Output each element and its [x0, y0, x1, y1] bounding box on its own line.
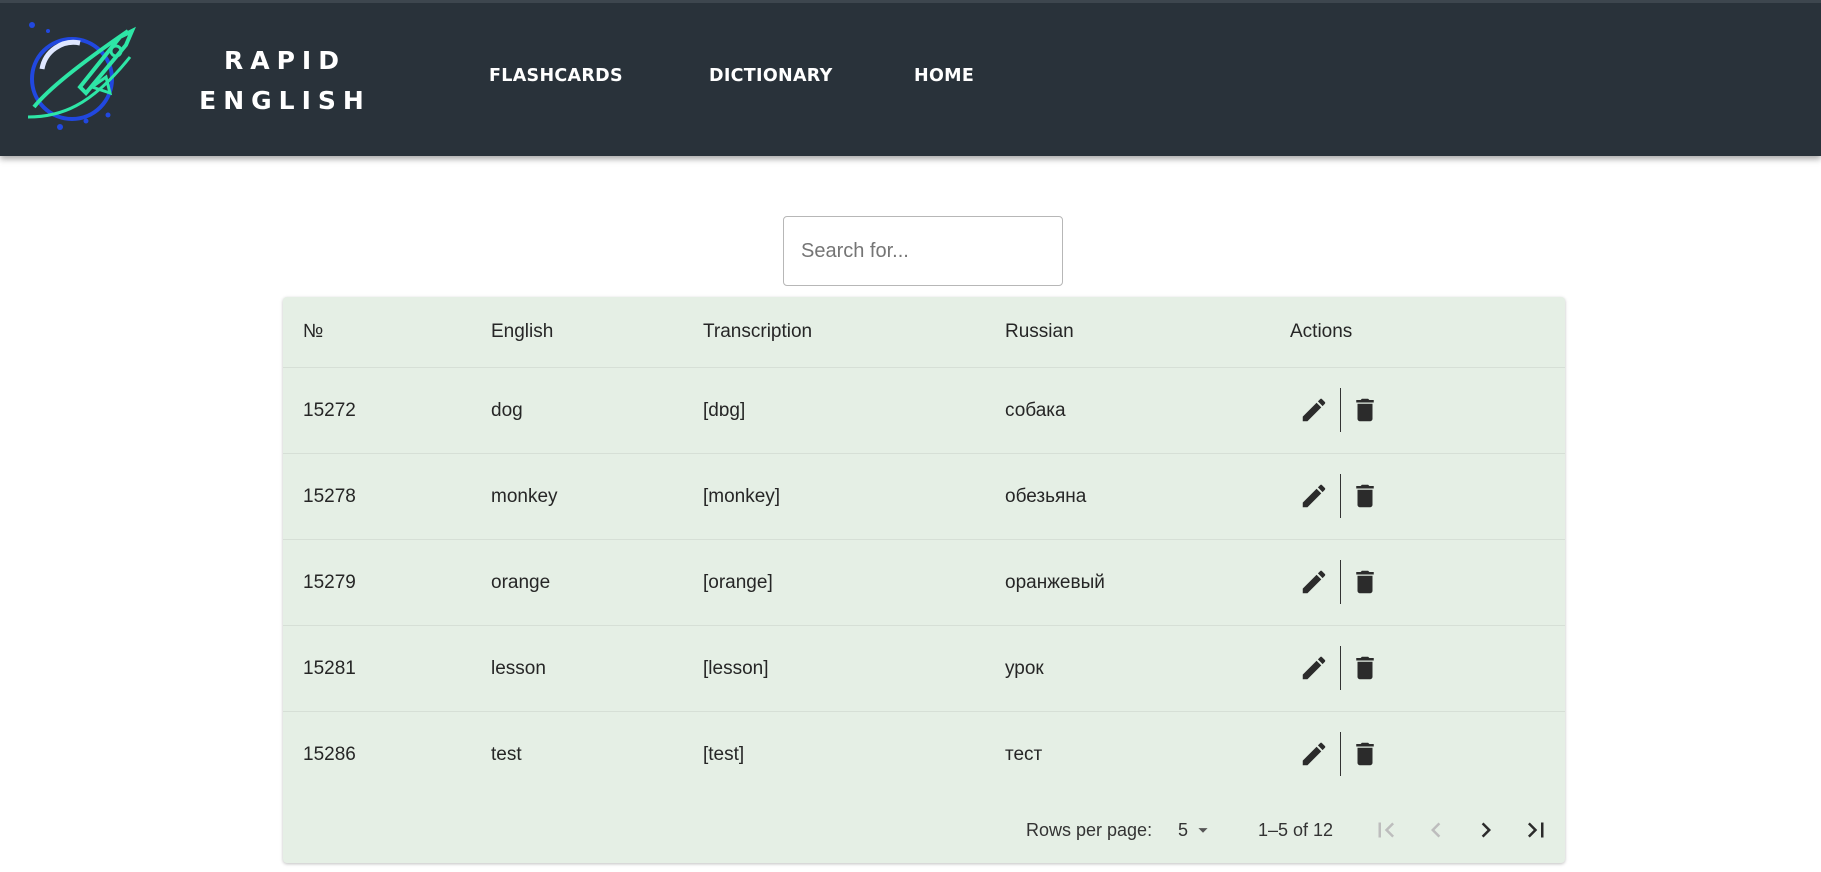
nav-flashcards[interactable]: FLASHCARDS	[489, 66, 623, 86]
action-divider	[1340, 388, 1341, 432]
dictionary-table: № English Transcription Russian Actions …	[283, 297, 1565, 863]
cell-id: 15279	[303, 571, 356, 593]
column-header-russian[interactable]: Russian	[1005, 297, 1074, 367]
nav-dictionary[interactable]: DICTIONARY	[709, 66, 833, 86]
chevron-down-icon	[1198, 828, 1208, 833]
nav-home[interactable]: HOME	[914, 66, 974, 86]
cell-russian: оранжевый	[1005, 571, 1105, 593]
cell-english: lesson	[491, 657, 546, 679]
delete-trash-icon[interactable]	[1350, 481, 1380, 511]
action-divider	[1340, 646, 1341, 690]
table-row: 15281 lesson [lesson] урок	[283, 626, 1565, 712]
edit-pencil-icon[interactable]	[1299, 653, 1329, 683]
edit-pencil-icon[interactable]	[1299, 739, 1329, 769]
rocket-logo-icon[interactable]	[20, 17, 138, 135]
pagination-range: 1–5 of 12	[1258, 819, 1334, 840]
edit-pencil-icon[interactable]	[1299, 395, 1329, 425]
edit-pencil-icon[interactable]	[1299, 567, 1329, 597]
action-divider	[1340, 732, 1341, 776]
cell-transcription: [dɒg]	[703, 399, 746, 421]
cell-transcription: [orange]	[703, 571, 773, 593]
cell-russian: собака	[1005, 399, 1066, 421]
column-header-english[interactable]: English	[491, 297, 553, 367]
brand-line-1: RAPID	[224, 46, 346, 75]
delete-trash-icon[interactable]	[1350, 395, 1380, 425]
table-header-row: № English Transcription Russian Actions	[283, 297, 1565, 368]
rows-per-page-select[interactable]: 5	[1178, 797, 1214, 863]
cell-id: 15286	[303, 743, 356, 765]
cell-id: 15272	[303, 399, 356, 421]
cell-transcription: [lesson]	[703, 657, 769, 679]
cell-transcription: [test]	[703, 743, 745, 765]
cell-english: dog	[491, 399, 523, 421]
rows-per-page-label: Rows per page:	[1026, 819, 1153, 840]
action-divider	[1340, 474, 1341, 518]
cell-russian: урок	[1005, 657, 1044, 679]
brand-line-2: ENGLISH	[199, 86, 371, 115]
table-row: 15278 monkey [monkey] обезьяна	[283, 454, 1565, 540]
first-page-icon[interactable]	[1371, 815, 1401, 845]
column-header-transcription[interactable]: Transcription	[703, 297, 812, 367]
cell-id: 15281	[303, 657, 356, 679]
edit-pencil-icon[interactable]	[1299, 481, 1329, 511]
action-divider	[1340, 560, 1341, 604]
table-row: 15279 orange [orange] оранжевый	[283, 540, 1565, 626]
table-row: 15286 test [test] тест	[283, 712, 1565, 797]
delete-trash-icon[interactable]	[1350, 739, 1380, 769]
rows-per-page-value: 5	[1178, 819, 1189, 840]
cell-id: 15278	[303, 485, 356, 507]
delete-trash-icon[interactable]	[1350, 567, 1380, 597]
search-input[interactable]	[783, 216, 1063, 286]
cell-english: orange	[491, 571, 551, 593]
delete-trash-icon[interactable]	[1350, 653, 1380, 683]
next-page-icon[interactable]	[1471, 815, 1501, 845]
column-header-number[interactable]: №	[303, 297, 323, 367]
previous-page-icon[interactable]	[1421, 815, 1451, 845]
last-page-icon[interactable]	[1521, 815, 1551, 845]
cell-english: test	[491, 743, 522, 765]
cell-russian: обезьяна	[1005, 485, 1087, 507]
table-pagination: Rows per page: 5 1–5 of 12	[283, 797, 1565, 863]
table-row: 15272 dog [dɒg] собака	[283, 368, 1565, 454]
cell-transcription: [monkey]	[703, 485, 781, 507]
brand-name: RAPID ENGLISH	[190, 41, 380, 121]
column-header-actions: Actions	[1290, 321, 1353, 342]
cell-russian: тест	[1005, 743, 1043, 765]
top-app-bar: RAPID ENGLISH FLASHCARDS DICTIONARY HOME	[0, 0, 1821, 156]
cell-english: monkey	[491, 485, 558, 507]
